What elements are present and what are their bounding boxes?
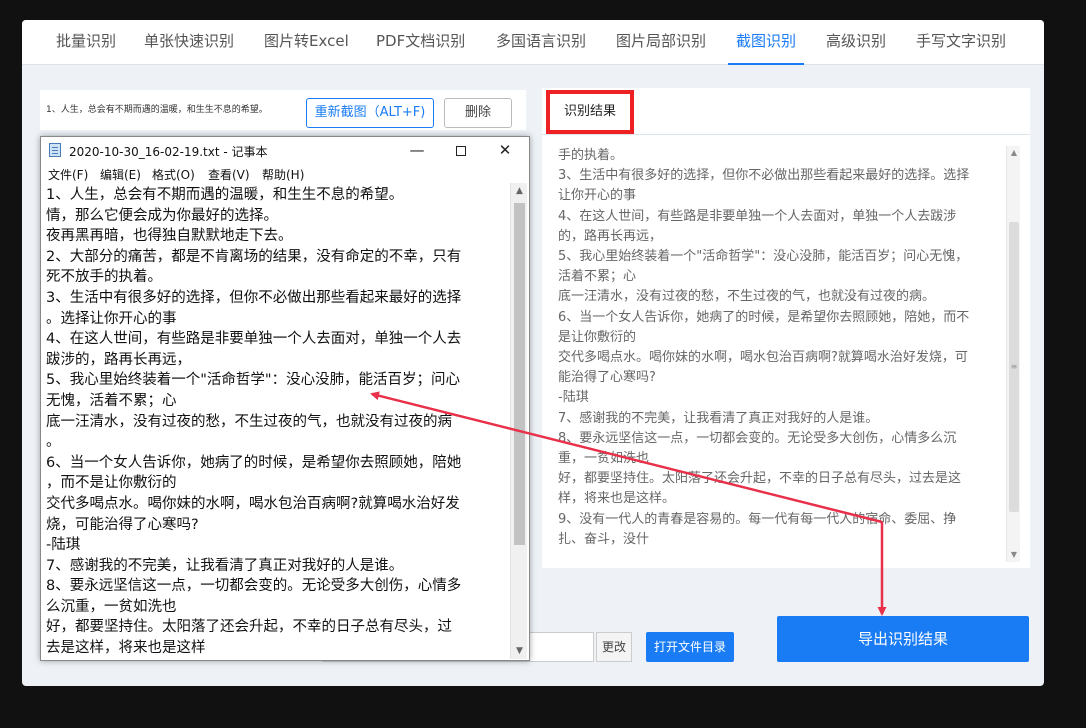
minimize-button[interactable]: — xyxy=(397,139,437,161)
result-textarea[interactable]: 手的执着。 3、生活中有很多好的选择，但你不必做出那些看起来最好的选择。选择 让你开… xyxy=(558,146,1004,562)
result-text-line: 7、感谢我的不完美，让我看清了真正对我好的人是谁。 xyxy=(558,410,879,426)
notepad-text-line: 去是这样，将来也是这样 xyxy=(46,640,206,657)
result-text-line: -陆琪 xyxy=(558,390,589,406)
export-result-button[interactable]: 导出识别结果 xyxy=(777,616,1029,662)
notepad-text-line: 5、我心里始终装着一个"活命哲学"：没心没肺，能活百岁；问心 xyxy=(46,372,461,389)
notepad-scrollbar[interactable]: ▲ ▼ xyxy=(510,183,527,659)
tab-bar: 批量识别 单张快速识别 图片转Excel PDF文档识别 多国语言识别 图片局部… xyxy=(22,20,1044,65)
result-text-line: 9、没有一代人的青春是容易的。每一代有每一代人的宿命、委屈、挣 xyxy=(558,511,957,527)
notepad-text-line: 。 xyxy=(46,434,61,451)
result-text-line: 重，一贫如洗也 xyxy=(558,451,650,467)
result-panel: 识别结果 手的执着。 3、生活中有很多好的选择，但你不必做出那些看起来最好的选择。… xyxy=(542,88,1030,568)
result-text-line: 手的执着。 xyxy=(558,148,624,163)
notepad-text-line: 交代多喝点水。喝你妹的水啊，喝水包治百病啊?就算喝水治好发 xyxy=(46,495,460,512)
notepad-text-line: 1、人生，总会有不期而遇的温暖，和生生不息的希望。 xyxy=(46,187,404,203)
notepad-text-line: 4、在这人世间，有些路是非要单独一个人去面对，单独一个人去 xyxy=(46,331,462,348)
divider xyxy=(542,134,1030,135)
result-text-line: 的，路再长再远， xyxy=(558,228,663,244)
notepad-window[interactable]: 2020-10-30_16-02-19.txt - 记事本 — ✕ 文件(F) … xyxy=(40,136,530,661)
result-text-line: 好，都要坚持住。太阳落了还会升起，不幸的日子总有尽头，过去是这 xyxy=(558,471,962,487)
scroll-up-icon[interactable]: ▲ xyxy=(511,183,528,199)
result-text-line: 扎、奋斗，没什 xyxy=(558,531,650,547)
result-text-line: 样，将来也是这样。 xyxy=(558,491,676,507)
result-text-line: 能治得了心寒吗? xyxy=(558,370,656,386)
notepad-text-line: 死不放手的执着。 xyxy=(46,269,162,286)
tab-image-to-excel[interactable]: 图片转Excel xyxy=(264,20,349,65)
notepad-text-line: 2、大部分的痛苦，都是不肯离场的结果，没有命定的不幸，只有 xyxy=(46,248,462,265)
scroll-up-icon[interactable]: ▲ xyxy=(1007,146,1021,160)
notepad-title: 2020-10-30_16-02-19.txt - 记事本 xyxy=(69,145,268,159)
tab-recognition-result[interactable]: 识别结果 xyxy=(546,90,634,134)
close-button[interactable]: ✕ xyxy=(485,139,525,161)
scroll-thumb[interactable]: ≡ xyxy=(1009,222,1019,512)
notepad-text-line: 3、生活中有很多好的选择，但你不必做出那些看起来最好的选择 xyxy=(46,289,462,306)
tab-pdf-ocr[interactable]: PDF文档识别 xyxy=(376,20,465,65)
result-text-line: 4、在这人世间，有些路是非要单独一个人去面对，单独一个人去跋涉 xyxy=(558,208,957,224)
capture-panel: 1、人生，总会有不期而遇的温暖，和生生不息的希望。 重新截图（ALT+F) 删除 xyxy=(40,90,526,130)
open-folder-button[interactable]: 打开文件目录 xyxy=(646,632,734,662)
result-text-line: 8、要永远坚信这一点，一切都会变的。无论受多大创伤，心情多么沉 xyxy=(558,430,957,446)
delete-button[interactable]: 删除 xyxy=(444,98,512,128)
result-text-line: 6、当一个女人告诉你，她病了的时候，是希望你去照顾她，陪她，而不 xyxy=(558,309,970,325)
recapture-button[interactable]: 重新截图（ALT+F) xyxy=(306,98,434,128)
scroll-down-icon[interactable]: ▼ xyxy=(1007,548,1021,562)
notepad-text-line: 好，都要坚持住。太阳落了还会升起，不幸的日子总有尽头，过 xyxy=(46,619,452,636)
menu-help[interactable]: 帮助(H) xyxy=(262,166,304,183)
menu-view[interactable]: 查看(V) xyxy=(208,166,250,183)
notepad-text-line: 情，那么它便会成为你最好的选择。 xyxy=(46,207,278,224)
grip-icon: ≡ xyxy=(1010,362,1018,371)
result-text-line: 让你开心的事 xyxy=(558,188,637,204)
tab-multi-language-ocr[interactable]: 多国语言识别 xyxy=(496,20,586,65)
change-path-button[interactable]: 更改 xyxy=(596,632,632,662)
notepad-text-line: 烧，可能治得了心寒吗? xyxy=(46,516,199,533)
result-text-line: 3、生活中有很多好的选择，但你不必做出那些看起来最好的选择。选择 xyxy=(558,168,970,184)
notepad-menubar: 文件(F) 编辑(E) 格式(O) 查看(V) 帮助(H) xyxy=(41,163,529,183)
menu-format[interactable]: 格式(O) xyxy=(152,166,195,183)
notepad-titlebar[interactable]: 2020-10-30_16-02-19.txt - 记事本 — ✕ xyxy=(41,137,529,163)
notepad-text-line: -陆琪 xyxy=(46,537,81,554)
result-text-line: 交代多喝点水。喝你妹的水啊，喝水包治百病啊?就算喝水治好发烧，可 xyxy=(558,350,968,366)
result-text-line: 是让你敷衍的 xyxy=(558,329,637,345)
notepad-text-line: 8、要永远坚信这一点，一切都会变的。无论受多大创伤，心情多 xyxy=(46,578,462,595)
notepad-text-line: 跋涉的，路再长再远， xyxy=(46,351,191,368)
result-text-line: 底一汪清水，没有过夜的愁，不生过夜的气，也就没有过夜的病。 xyxy=(558,289,936,305)
result-text-line: 活着不累；心 xyxy=(558,269,637,285)
tab-single-quick-ocr[interactable]: 单张快速识别 xyxy=(144,20,234,65)
notepad-text-line: 夜再黑再暗，也得独自默默地走下去。 xyxy=(46,228,293,245)
notepad-text-line: 底一汪清水，没有过夜的愁，不生过夜的气，也就没有过夜的病 xyxy=(46,413,452,430)
notepad-text-line: 7、感谢我的不完美，让我看清了真正对我好的人是谁。 xyxy=(46,557,404,574)
tab-screenshot-ocr[interactable]: 截图识别 xyxy=(728,20,804,65)
notepad-text-line: 。选择让你开心的事 xyxy=(46,310,177,327)
result-scrollbar[interactable]: ▲ ≡ ▼ xyxy=(1006,146,1020,562)
notepad-file-icon xyxy=(49,143,61,157)
menu-file[interactable]: 文件(F) xyxy=(48,166,88,183)
notepad-textarea[interactable]: 1、人生，总会有不期而遇的温暖，和生生不息的希望。 情，那么它便会成为你最好的选择… xyxy=(46,185,508,657)
maximize-button[interactable] xyxy=(441,139,481,161)
scroll-thumb[interactable] xyxy=(514,203,525,545)
tab-partial-image-ocr[interactable]: 图片局部识别 xyxy=(616,20,706,65)
notepad-text-line: 么沉重，一贫如洗也 xyxy=(46,598,177,615)
menu-edit[interactable]: 编辑(E) xyxy=(100,166,141,183)
tab-advanced-ocr[interactable]: 高级识别 xyxy=(826,20,886,65)
capture-preview-text: 1、人生，总会有不期而遇的温暖，和生生不息的希望。 xyxy=(46,105,268,115)
notepad-text-line: 6、当一个女人告诉你，她病了的时候，是希望你去照顾她，陪她 xyxy=(46,454,462,471)
tab-batch-ocr[interactable]: 批量识别 xyxy=(56,20,116,65)
scroll-down-icon[interactable]: ▼ xyxy=(511,643,528,659)
notepad-text-line: ，而不是让你敷衍的 xyxy=(46,475,177,492)
tab-handwriting-ocr[interactable]: 手写文字识别 xyxy=(916,20,1006,65)
result-text-line: 5、我心里始终装着一个"活命哲学"：没心没肺，能活百岁；问心无愧， xyxy=(558,249,969,265)
notepad-text-line: 无愧，活着不累；心 xyxy=(46,392,177,409)
maximize-icon xyxy=(456,145,466,156)
